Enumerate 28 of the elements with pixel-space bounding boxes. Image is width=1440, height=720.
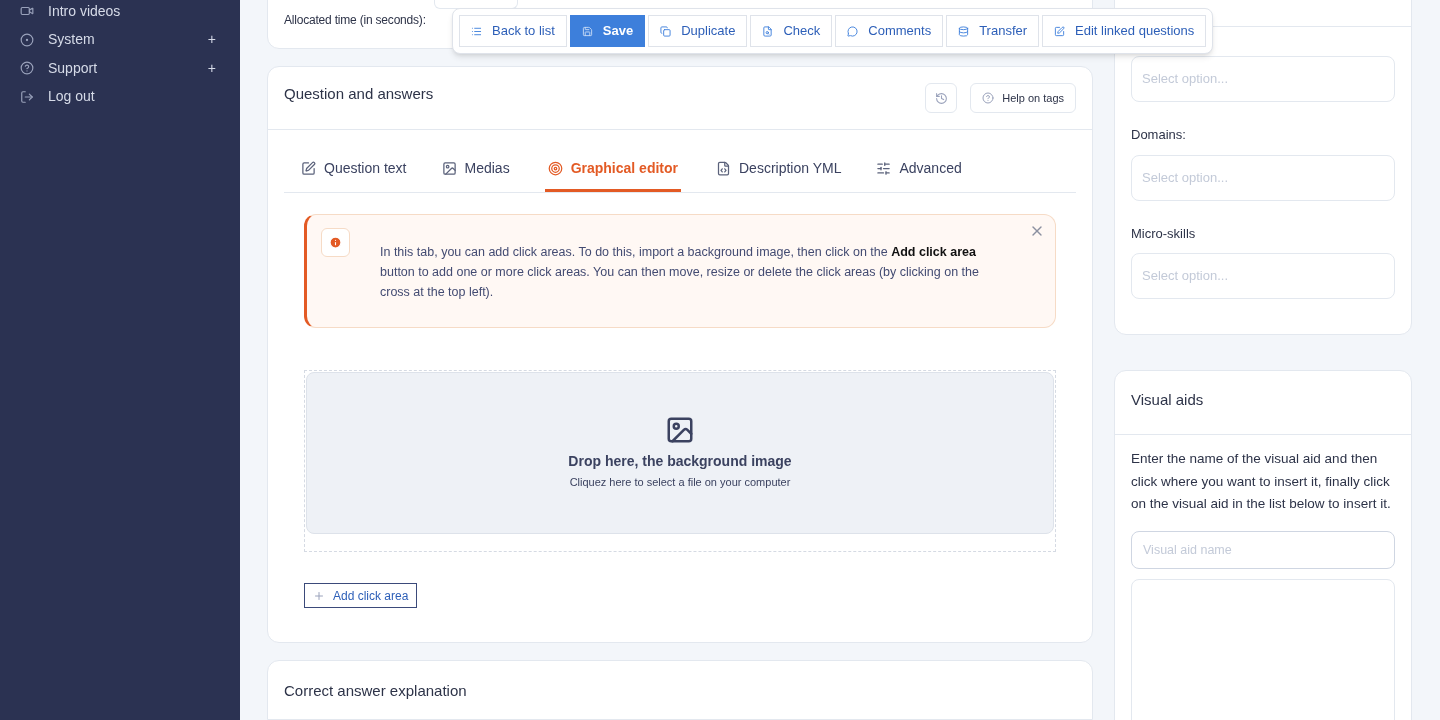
tab[interactable]: Advanced <box>876 148 962 192</box>
field-label: Domains: <box>1131 126 1187 144</box>
card-title: Visual aids <box>1131 391 1204 408</box>
help-button[interactable]: Help on tags <box>970 83 1076 113</box>
add-click-area-button[interactable]: Add click area <box>304 583 418 608</box>
tab[interactable]: Medias <box>441 148 510 192</box>
dropzone-subtitle: Cliquez here to select a file on your computer <box>569 475 791 490</box>
toolbar-button[interactable]: Comments <box>835 15 944 47</box>
card-title: Correct answer explanation <box>284 682 467 699</box>
expand-mark[interactable]: + <box>207 57 216 79</box>
expand-mark[interactable]: + <box>207 29 216 51</box>
toolbar-button[interactable]: Back to list <box>459 15 567 47</box>
field-label: Allocated time (in seconds): <box>284 12 426 29</box>
dropzone-title: Drop here, the background image <box>568 452 792 471</box>
toolbar-button[interactable]: Check <box>750 15 833 47</box>
field-label: Micro-skills <box>1131 224 1197 243</box>
visual-aid-name-input[interactable]: Visual aid name <box>1131 530 1395 569</box>
toolbar-button[interactable]: Save <box>569 15 646 47</box>
visual-aids-description: Enter the name of the visual aid and then click where you want to insert it, finally click on the visual aid in the list below to insert it. <box>1131 450 1392 513</box>
tab[interactable]: Description YML <box>716 148 842 192</box>
toolbar-button[interactable]: Duplicate <box>648 15 748 47</box>
card-title: Question and answers <box>284 83 434 104</box>
alert-text: In this tab, you can add click areas. To do this, import a background image, then click on the Add click area button to add one or more click areas. You can then move, resize or delete the click areas (by clicking on the cross at the top left). <box>380 244 980 301</box>
tab[interactable]: Question text <box>301 148 407 192</box>
toolbar-button[interactable]: Transfer <box>946 15 1040 47</box>
dropzone[interactable]: Drop here, the background image Cliquez here to select a file on your computer <box>306 372 1054 534</box>
toolbar-button[interactable]: Edit linked questions <box>1042 15 1207 47</box>
tab[interactable]: Graphical editor <box>544 148 681 192</box>
